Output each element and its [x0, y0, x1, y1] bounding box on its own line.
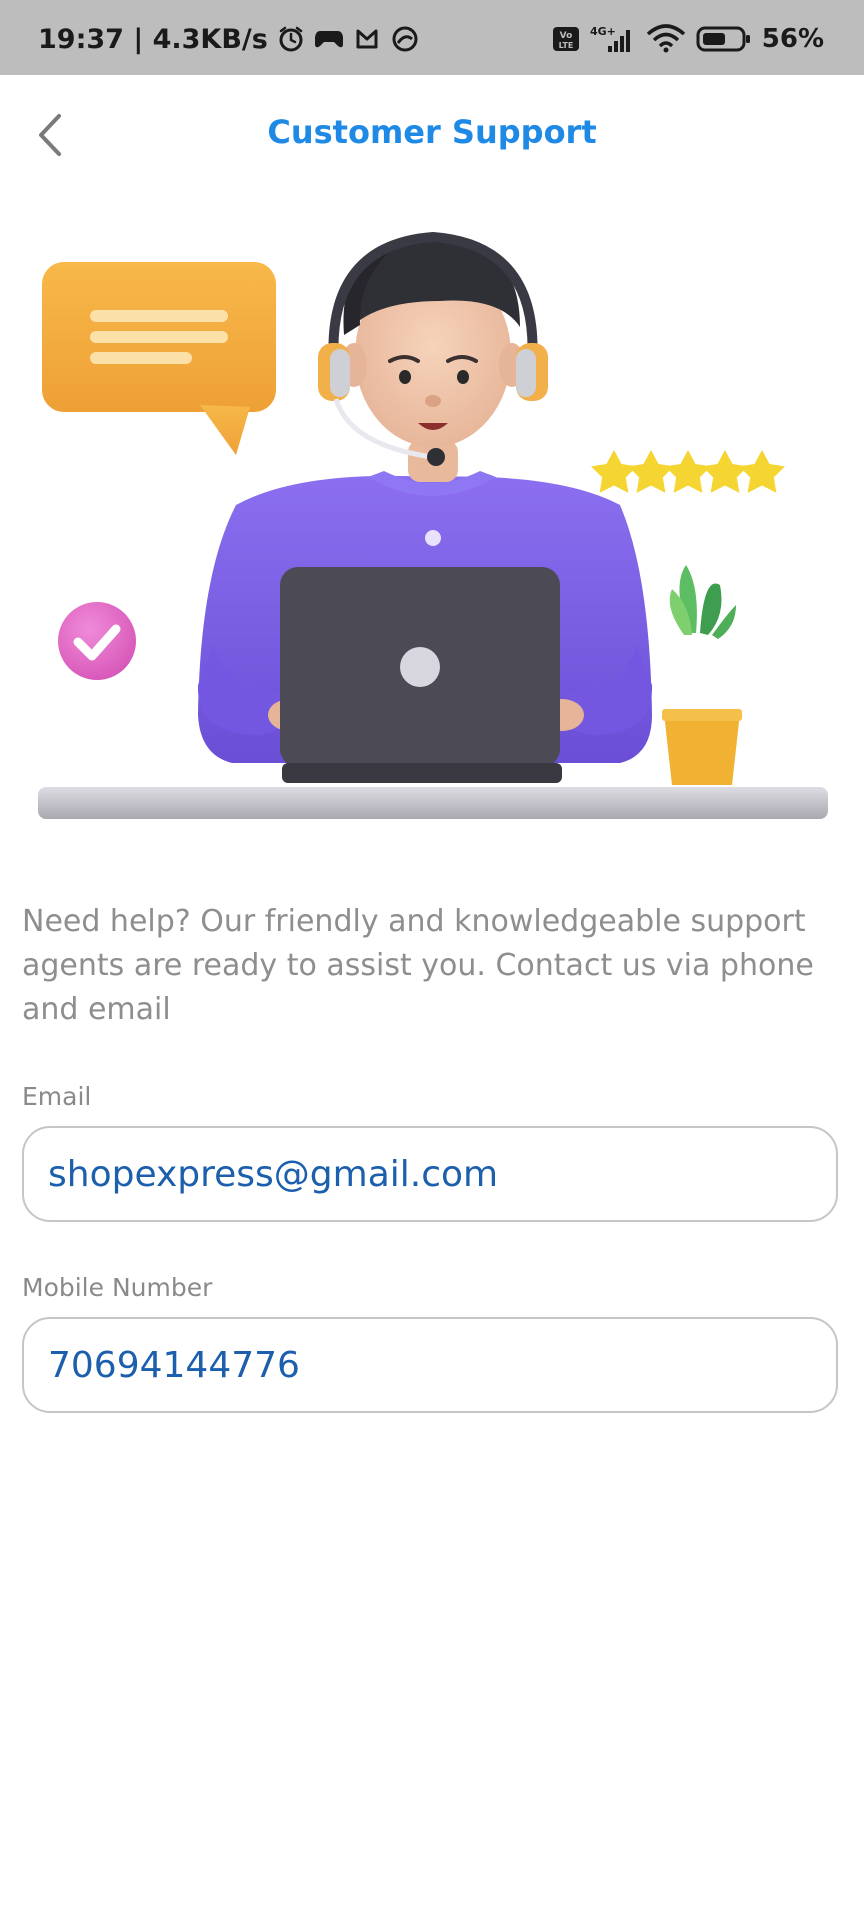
support-agent-illustration — [0, 215, 864, 835]
wifi-icon — [646, 24, 686, 54]
email-value: shopexpress@gmail.com — [48, 1153, 499, 1195]
status-left: 19:37 | 4.3KB/s — [38, 22, 420, 56]
check-badge-icon — [58, 602, 136, 680]
status-right: Vo LTE 4G+ 56% — [552, 22, 824, 56]
page-title: Customer Support — [267, 113, 597, 151]
desk-icon — [38, 787, 828, 819]
laptop-icon — [280, 567, 562, 783]
five-star-rating-icon — [590, 450, 785, 493]
email-label: Email — [22, 1082, 92, 1111]
battery-icon — [696, 25, 752, 53]
mail-app-icon — [352, 24, 382, 54]
mobile-number-field[interactable]: 70694144776 — [22, 1317, 838, 1413]
chat-bubble-icon — [42, 262, 276, 455]
mobile-number-label: Mobile Number — [22, 1273, 213, 1302]
svg-text:4G+: 4G+ — [590, 25, 616, 38]
status-time-speed: 19:37 | 4.3KB/s — [38, 23, 268, 55]
mobile-number-value: 70694144776 — [48, 1344, 300, 1386]
volte-icon: Vo LTE — [552, 25, 580, 53]
battery-percent: 56% — [761, 24, 824, 54]
support-description: Need help? Our friendly and knowledgeabl… — [22, 904, 814, 1027]
email-field[interactable]: shopexpress@gmail.com — [22, 1126, 838, 1222]
status-bar: 19:37 | 4.3KB/s Vo LTE 4G+ 56% — [0, 0, 864, 75]
svg-text:LTE: LTE — [558, 41, 573, 50]
alarm-icon — [276, 24, 306, 54]
game-icon — [314, 24, 344, 54]
svg-text:Vo: Vo — [559, 31, 572, 41]
app-icon — [390, 24, 420, 54]
app-header: Customer Support — [0, 75, 864, 197]
customer-support-screen: 19:37 | 4.3KB/s Vo LTE 4G+ 56% Customer … — [0, 0, 864, 1920]
signal-icon: 4G+ — [590, 24, 636, 54]
plant-icon — [662, 565, 742, 785]
